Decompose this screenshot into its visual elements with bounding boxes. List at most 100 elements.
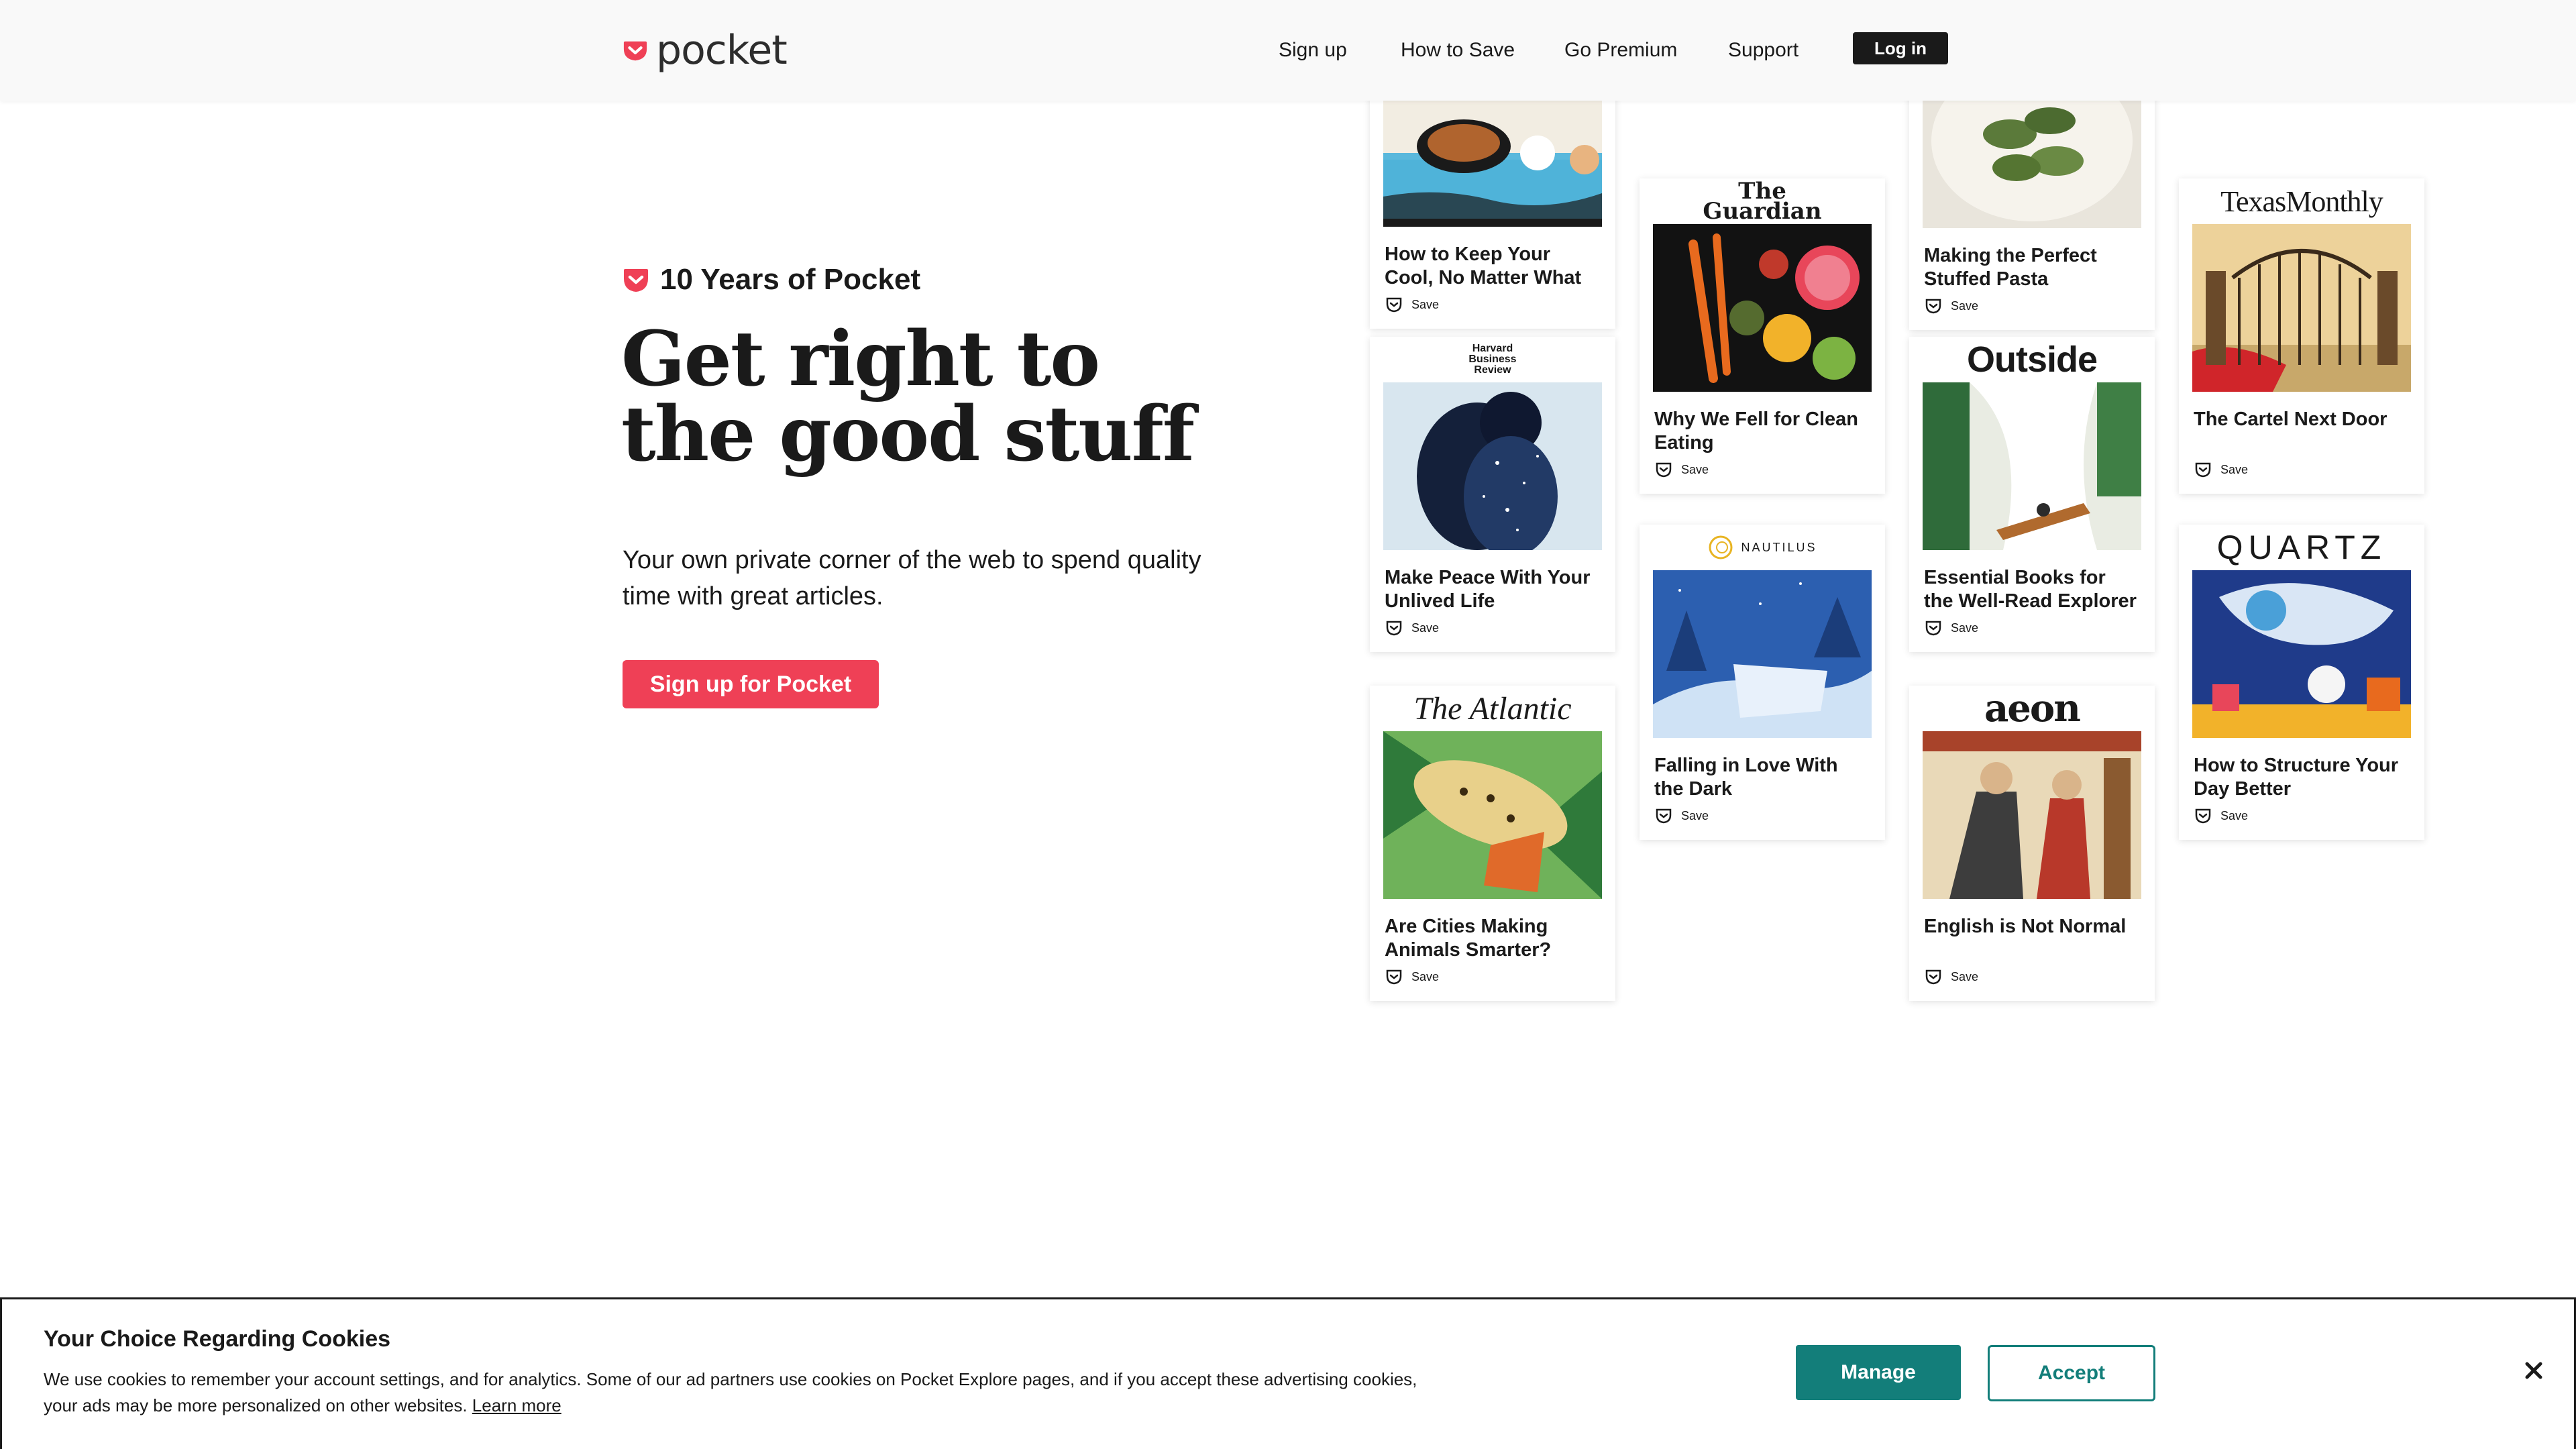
headline-line-2: the good stuff	[621, 390, 1195, 478]
publisher-name: The Guardian	[1703, 178, 1822, 224]
save-label: Save	[1411, 297, 1440, 311]
article-title[interactable]: Are Cities Making Animals Smarter?	[1370, 899, 1615, 963]
save-label: Save	[1681, 462, 1709, 476]
save-label: Save	[1951, 969, 1979, 983]
article-title[interactable]: The Cartel Next Door	[2179, 392, 2424, 456]
publisher-logo: TexasMonthly	[2179, 178, 2424, 224]
save-button[interactable]: Save	[1640, 802, 1885, 840]
article-card-grid: How to Keep Your Cool, No Matter What Sa…	[1362, 101, 2449, 1040]
save-label: Save	[1951, 299, 1979, 313]
nav-go-premium[interactable]: Go Premium	[1564, 32, 1677, 68]
save-label: Save	[1681, 808, 1709, 822]
hero-subhead: Your own private corner of the web to sp…	[623, 546, 1201, 610]
cookie-banner-title: Your Choice Regarding Cookies	[44, 1326, 391, 1352]
save-button[interactable]: Save	[2179, 802, 2424, 840]
publisher-name: The Atlantic	[1413, 690, 1572, 727]
headline-line-1: Get right to	[621, 315, 1100, 403]
cookie-banner: Your Choice Regarding Cookies We use coo…	[0, 1297, 2576, 1449]
site-header: pocket Sign up How to Save Go Premium Su…	[0, 0, 2576, 101]
close-icon[interactable]	[2519, 1356, 2548, 1385]
pocket-logo-icon	[623, 41, 647, 61]
learn-more-link[interactable]: Learn more	[472, 1395, 561, 1415]
manage-cookies-button[interactable]: Manage	[1796, 1345, 1961, 1400]
save-button[interactable]: Save	[1640, 456, 1885, 494]
nautilus-logo-icon	[1709, 535, 1733, 559]
publisher-logo: Outside	[1909, 337, 2155, 382]
article-card[interactable]: QUARTZ How to Structure Your Day Better …	[2179, 525, 2424, 840]
save-label: Save	[2220, 462, 2249, 476]
pocket-save-icon	[1386, 621, 1402, 636]
publisher-logo: Harvard Business Review	[1370, 337, 1615, 382]
article-image	[1923, 731, 2141, 899]
article-card[interactable]: How to Keep Your Cool, No Matter What Sa…	[1370, 101, 1615, 329]
article-title[interactable]: Making the Perfect Stuffed Pasta	[1909, 228, 2155, 292]
publisher-name: TexasMonthly	[2220, 184, 2383, 218]
article-title[interactable]: Essential Books for the Well-Read Explor…	[1909, 550, 2155, 614]
eyebrow-text: 10 Years of Pocket	[660, 263, 921, 296]
save-button[interactable]: Save	[1909, 963, 2155, 1001]
article-title[interactable]: How to Keep Your Cool, No Matter What	[1370, 227, 1615, 291]
publisher-logo: The Guardian	[1640, 178, 1885, 224]
article-image	[1383, 382, 1602, 550]
article-image	[1923, 382, 2141, 550]
save-label: Save	[2220, 808, 2249, 822]
save-button[interactable]: Save	[2179, 456, 2424, 494]
cookie-banner-text: We use cookies to remember your account …	[44, 1366, 1439, 1419]
anniversary-eyebrow: 10 Years of Pocket	[623, 263, 920, 297]
article-title[interactable]: Make Peace With Your Unlived Life	[1370, 550, 1615, 614]
article-title[interactable]: Why We Fell for Clean Eating	[1640, 392, 1885, 456]
article-card[interactable]: NAUTILUS Falling in Love With the Dark S…	[1640, 525, 1885, 840]
article-image	[1383, 101, 1602, 227]
save-button[interactable]: Save	[1909, 614, 2155, 652]
cookie-description: We use cookies to remember your account …	[44, 1369, 1417, 1415]
pocket-save-icon	[1925, 621, 1941, 636]
save-label: Save	[1411, 969, 1440, 983]
pocket-save-icon	[1656, 808, 1672, 824]
publisher-name: aeon	[1984, 686, 2081, 731]
nav-sign-up[interactable]: Sign up	[1279, 32, 1347, 68]
pocket-logo[interactable]: pocket	[623, 27, 788, 74]
pocket-save-icon	[1925, 969, 1941, 985]
nav-how-to-save[interactable]: How to Save	[1401, 32, 1515, 68]
article-title[interactable]: How to Structure Your Day Better	[2179, 738, 2424, 802]
publisher-logo: The Atlantic	[1370, 686, 1615, 731]
article-card[interactable]: aeon English is Not Normal Save	[1909, 686, 2155, 1001]
pocket-save-icon	[2195, 808, 2211, 824]
sign-up-for-pocket-button[interactable]: Sign up for Pocket	[623, 660, 879, 708]
article-image	[1653, 570, 1872, 738]
publisher-logo: NAUTILUS	[1640, 525, 1885, 570]
article-image	[1653, 224, 1872, 392]
article-title[interactable]: Falling in Love With the Dark	[1640, 738, 1885, 802]
article-card[interactable]: The Atlantic Are Cities Making Animals S…	[1370, 686, 1615, 1001]
article-card[interactable]: Outside Essential Books for the Well-Rea…	[1909, 337, 2155, 652]
publisher-name: Outside	[1966, 339, 2098, 380]
article-image	[2192, 224, 2411, 392]
logo-wordmark: pocket	[656, 27, 788, 74]
pocket-save-icon	[1386, 297, 1402, 313]
article-card[interactable]: Harvard Business Review Make Peace With …	[1370, 337, 1615, 652]
article-card[interactable]: The Guardian Why We Fell for Clean Eatin…	[1640, 178, 1885, 494]
publisher-logo: aeon	[1909, 686, 2155, 731]
publisher-logo: QUARTZ	[2179, 525, 2424, 570]
publisher-name: Harvard Business Review	[1468, 343, 1517, 376]
article-image	[1923, 101, 2141, 228]
article-image	[2192, 570, 2411, 738]
log-in-button[interactable]: Log in	[1853, 32, 1948, 64]
save-button[interactable]: Save	[1370, 963, 1615, 1001]
pocket-save-icon	[1386, 969, 1402, 985]
accept-cookies-button[interactable]: Accept	[1988, 1345, 2155, 1401]
save-button[interactable]: Save	[1370, 614, 1615, 652]
nav-support[interactable]: Support	[1728, 32, 1799, 68]
article-card[interactable]: Making the Perfect Stuffed Pasta Save	[1909, 101, 2155, 330]
pocket-icon	[624, 269, 648, 292]
publisher-name: NAUTILUS	[1741, 540, 1817, 554]
article-title[interactable]: English is Not Normal	[1909, 899, 2155, 963]
pocket-save-icon	[1925, 299, 1941, 314]
save-button[interactable]: Save	[1370, 291, 1615, 329]
save-label: Save	[1951, 621, 1979, 635]
article-image	[1383, 731, 1602, 899]
save-button[interactable]: Save	[1909, 292, 2155, 330]
article-card[interactable]: TexasMonthly The Cartel Next Door Save	[2179, 178, 2424, 494]
pocket-save-icon	[1656, 462, 1672, 478]
pocket-save-icon	[2195, 462, 2211, 478]
